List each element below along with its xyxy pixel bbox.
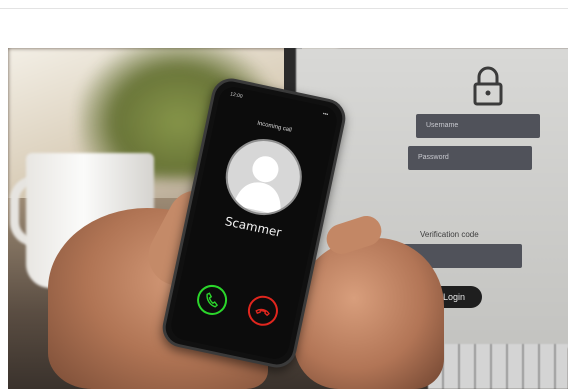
verification-code-label: Verification code xyxy=(420,230,479,239)
accept-call-button xyxy=(194,282,230,318)
password-placeholder: Password xyxy=(418,154,449,161)
status-icons: ▪▪▪ xyxy=(322,110,329,118)
person-silhouette-icon xyxy=(233,156,281,216)
padlock-icon xyxy=(473,66,503,106)
username-placeholder: Username xyxy=(426,122,459,129)
top-divider xyxy=(0,0,568,9)
phone-accept-icon xyxy=(206,292,219,308)
password-field: Password xyxy=(408,146,532,170)
caller-avatar xyxy=(218,131,309,223)
right-hand xyxy=(294,238,444,389)
status-time: 12:00 xyxy=(229,91,244,100)
decline-call-button xyxy=(245,292,281,329)
scam-call-photo: Username Password Verification code Logi… xyxy=(8,48,568,389)
username-field: Username xyxy=(416,114,540,138)
laptop-keyboard xyxy=(428,344,568,389)
phone-status-bar: 12:00 ▪▪▪ xyxy=(229,91,329,120)
phone-decline-icon xyxy=(255,308,270,317)
